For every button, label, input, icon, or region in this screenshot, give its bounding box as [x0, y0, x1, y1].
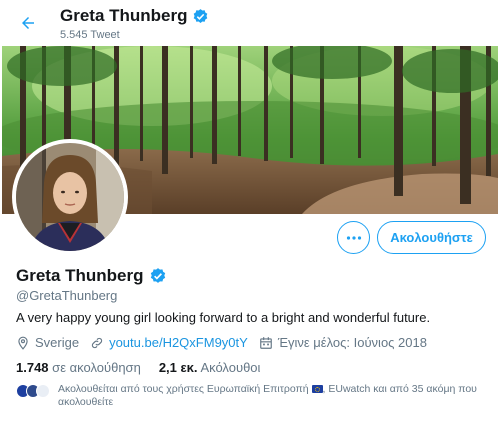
followed-by-avatars: [16, 384, 52, 398]
calendar-icon: [259, 336, 272, 349]
profile-stats: 1.748 σε ακολούθηση 2,1 εκ. Ακόλουθοι: [16, 360, 278, 375]
location-text: Sverige: [35, 335, 80, 350]
profile-photo: [16, 143, 124, 251]
tweet-count: 5.545 Tweet: [60, 29, 120, 41]
avatar: [16, 143, 124, 251]
followers-stat[interactable]: 2,1 εκ. Ακόλουθοι: [159, 360, 261, 375]
joined-item: Έγινε μέλος: Ιούνιος 2018: [259, 335, 427, 350]
profile-display-name: Greta Thunberg: [16, 266, 144, 285]
profile-bio: A very happy young girl looking forward …: [16, 310, 431, 325]
header-name: Greta Thunberg: [60, 6, 188, 25]
header-title: Greta Thunberg: [60, 6, 209, 26]
following-count: 1.748: [16, 360, 49, 375]
link-icon: [91, 337, 103, 348]
followed-by[interactable]: Ακολουθείται από τους χρήστες Ευρωπαϊκή …: [16, 383, 486, 409]
location-pin-icon: [18, 336, 28, 350]
verified-badge-icon: [193, 8, 207, 23]
more-options-button[interactable]: [337, 221, 370, 254]
follow-button[interactable]: Ακολουθήστε: [377, 221, 486, 254]
following-stat[interactable]: 1.748 σε ακολούθηση: [16, 360, 141, 375]
profile-name: Greta Thunberg: [16, 266, 167, 286]
avatar-container[interactable]: [12, 139, 128, 255]
website-item: youtu.be/H2QxFM9y0tY: [90, 335, 248, 350]
follower-avatar: [36, 384, 50, 398]
followed-by-text: Ακολουθείται από τους χρήστες Ευρωπαϊκή …: [58, 383, 486, 409]
followed-by-part1: Ακολουθείται από τους χρήστες Ευρωπαϊκή …: [58, 383, 309, 395]
back-button[interactable]: [14, 9, 42, 37]
top-bar: Greta Thunberg 5.545 Tweet: [0, 0, 500, 46]
following-label: σε ακολούθηση: [52, 360, 141, 375]
more-horizontal-icon: [346, 235, 361, 240]
location-item: Sverige: [16, 335, 79, 350]
eu-flag-icon: [311, 385, 323, 393]
joined-text: Έγινε μέλος: Ιούνιος 2018: [277, 335, 427, 350]
website-link[interactable]: youtu.be/H2QxFM9y0tY: [109, 335, 248, 350]
profile-meta: Sverige youtu.be/H2QxFM9y0tY Έγινε μέλος…: [16, 335, 438, 350]
verified-badge-icon: [150, 268, 165, 283]
profile-handle: @GretaThunberg: [16, 288, 118, 303]
followers-label: Ακόλουθοι: [200, 360, 261, 375]
followers-count: 2,1 εκ.: [158, 360, 198, 375]
arrow-left-icon: [22, 17, 34, 29]
